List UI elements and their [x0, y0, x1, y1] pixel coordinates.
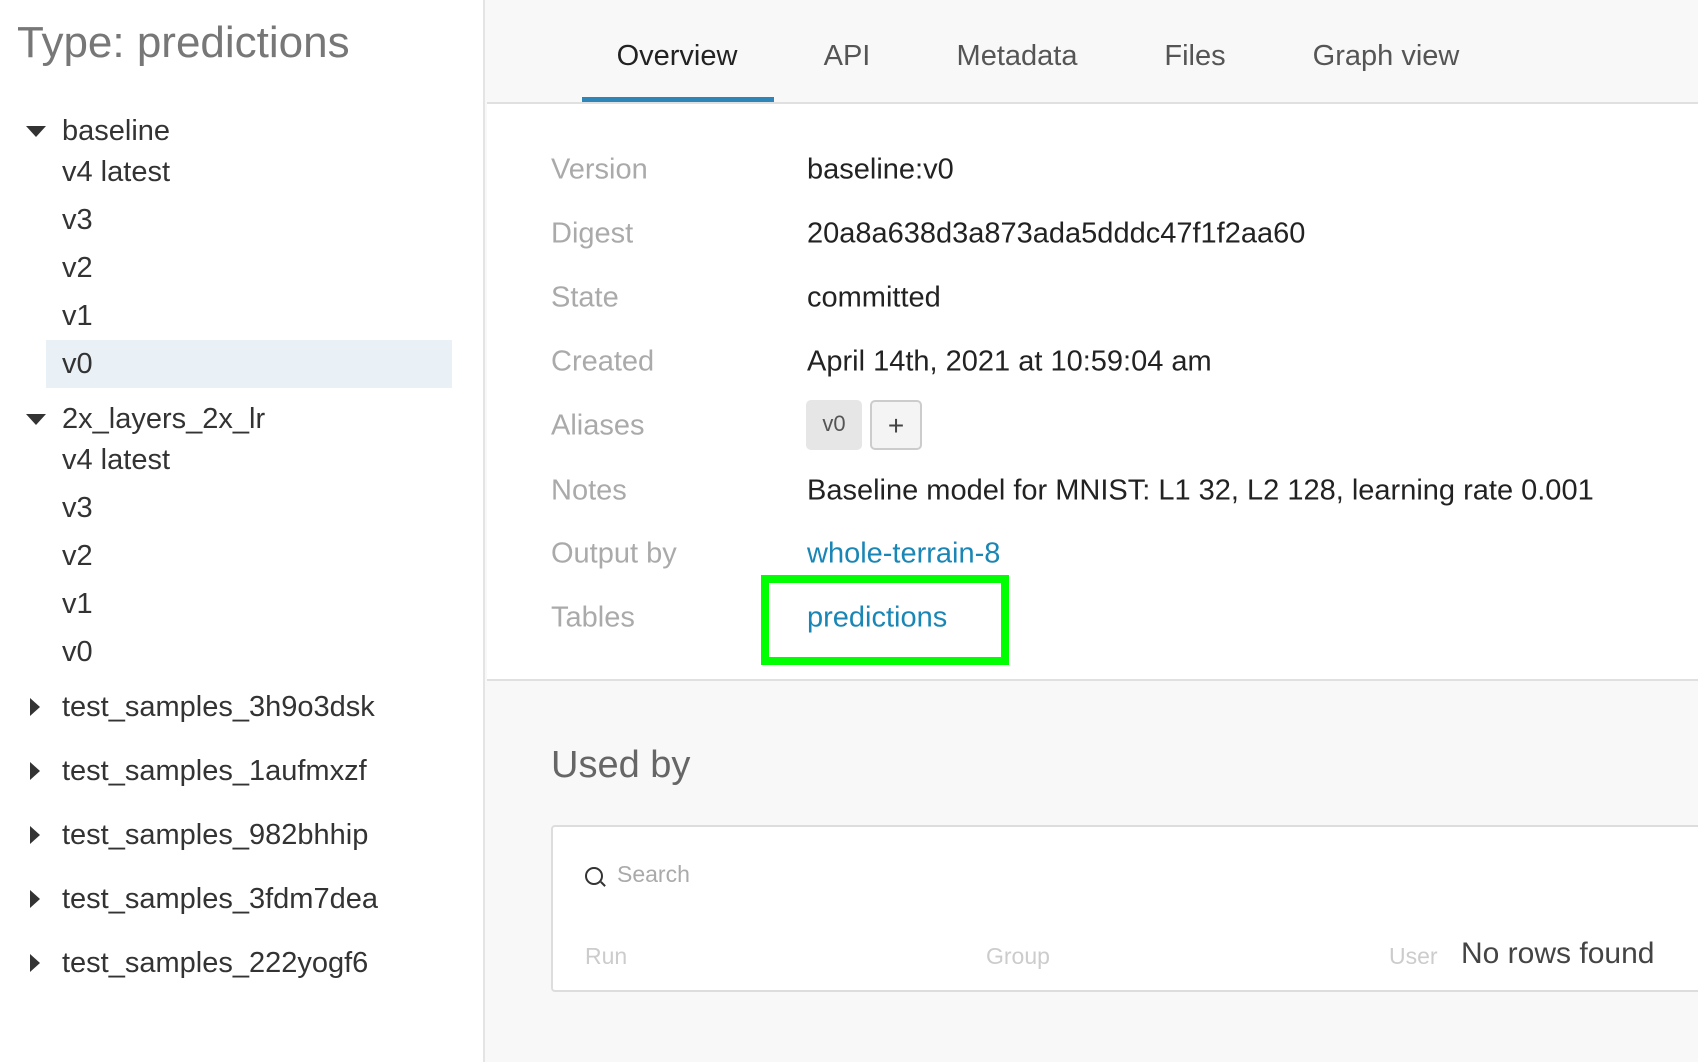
tab-overview[interactable]: Overview	[617, 40, 738, 73]
tree-version[interactable]: v3	[62, 484, 93, 532]
version-label: Version	[551, 153, 648, 186]
tables-label: Tables	[551, 601, 635, 634]
notes-label: Notes	[551, 474, 627, 507]
caret-down-icon[interactable]	[26, 414, 46, 425]
caret-right-icon[interactable]	[30, 826, 40, 844]
tree-group[interactable]: test_samples_3fdm7dea	[62, 875, 378, 923]
version-value: baseline:v0	[807, 153, 954, 186]
state-value: committed	[807, 281, 941, 314]
tree-version[interactable]: v4 latest	[62, 148, 170, 196]
caret-right-icon[interactable]	[30, 762, 40, 780]
tab-files[interactable]: Files	[1164, 40, 1225, 73]
column-run[interactable]: Run	[585, 943, 627, 970]
tree-group[interactable]: test_samples_982bhhip	[62, 811, 368, 859]
column-user[interactable]: User	[1389, 943, 1438, 970]
tree-version[interactable]: v1	[62, 292, 93, 340]
search-icon	[585, 867, 603, 885]
tree-group[interactable]: test_samples_3h9o3dsk	[62, 683, 375, 731]
tree-version[interactable]: v4 latest	[62, 436, 170, 484]
used-by-title: Used by	[551, 744, 691, 786]
add-alias-button[interactable]: +	[870, 400, 922, 450]
empty-message: No rows found	[1461, 937, 1655, 970]
alias-chip[interactable]: v0	[806, 400, 862, 450]
output-by-link[interactable]: whole-terrain-8	[807, 538, 1000, 571]
sidebar: Type: predictions baseline v4 latest v3 v2 v…	[0, 0, 485, 1062]
tab-metadata[interactable]: Metadata	[957, 40, 1078, 73]
tree-group[interactable]: test_samples_1aufmxzf	[62, 747, 367, 795]
caret-right-icon[interactable]	[30, 954, 40, 972]
tree-version[interactable]: v0	[46, 340, 452, 388]
used-by-table: Run Group User No rows found	[551, 825, 1698, 992]
tree-version[interactable]: v2	[62, 244, 93, 292]
caret-right-icon[interactable]	[30, 890, 40, 908]
search-input[interactable]	[617, 861, 1217, 888]
tab-api[interactable]: API	[824, 40, 871, 73]
highlight-box	[761, 575, 1009, 665]
tree-version[interactable]: v0	[62, 628, 93, 676]
caret-right-icon[interactable]	[30, 698, 40, 716]
tab-graph-view[interactable]: Graph view	[1313, 40, 1460, 73]
notes-value: Baseline model for MNIST: L1 32, L2 128,…	[807, 474, 1594, 507]
state-label: State	[551, 281, 619, 314]
page-title: Type: predictions	[17, 18, 350, 67]
caret-down-icon[interactable]	[26, 126, 46, 137]
tree-version[interactable]: v1	[62, 580, 93, 628]
tree-group[interactable]: test_samples_222yogf6	[62, 939, 368, 987]
overview-panel	[487, 104, 1698, 681]
active-tab-indicator	[582, 97, 774, 102]
created-value: April 14th, 2021 at 10:59:04 am	[807, 345, 1212, 378]
digest-value: 20a8a638d3a873ada5dddc47f1f2aa60	[807, 217, 1306, 250]
output-by-label: Output by	[551, 537, 677, 570]
tree-version[interactable]: v2	[62, 532, 93, 580]
created-label: Created	[551, 345, 655, 378]
digest-label: Digest	[551, 217, 634, 250]
column-group[interactable]: Group	[986, 943, 1050, 970]
tree-version[interactable]: v3	[62, 196, 93, 244]
aliases-label: Aliases	[551, 409, 645, 442]
